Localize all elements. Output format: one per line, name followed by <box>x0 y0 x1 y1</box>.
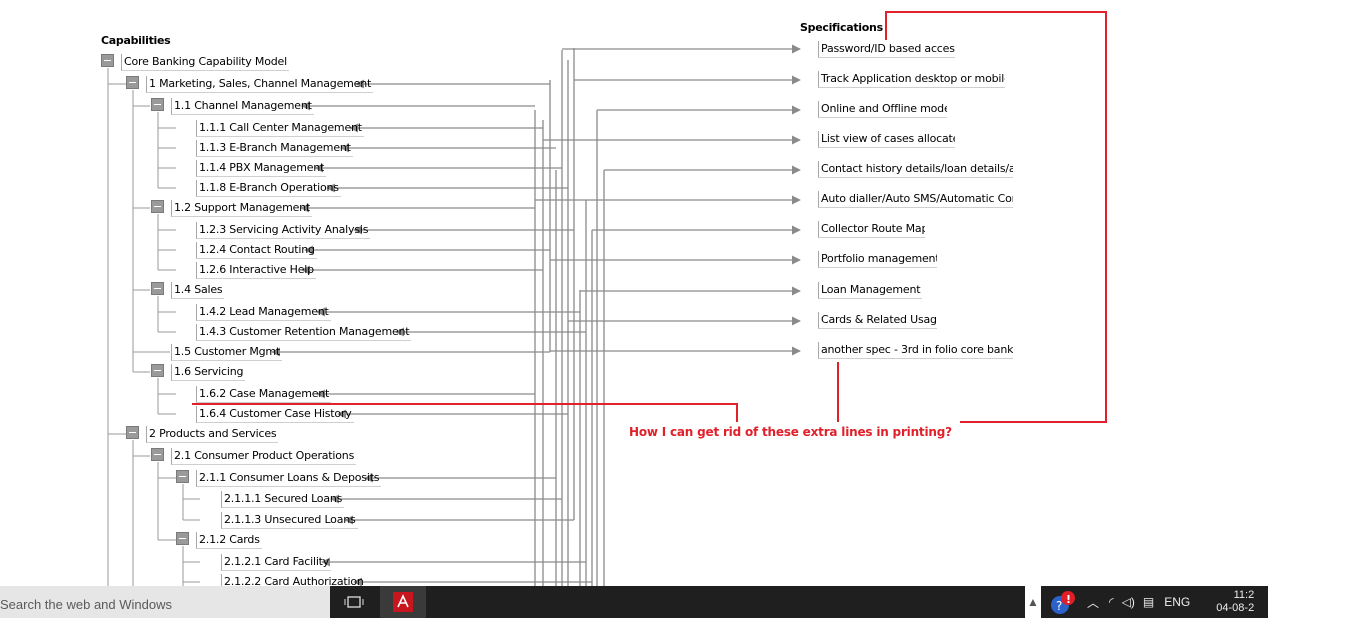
annotation-text: How I can get rid of these extra lines i… <box>629 425 952 439</box>
tree-node-n123[interactable]: 1.2.3 Servicing Activity Analysis <box>196 222 371 239</box>
collapse-toggle-icon[interactable] <box>151 98 164 111</box>
tree-node-n126[interactable]: 1.2.6 Interactive Help <box>196 262 316 279</box>
collapse-toggle-icon[interactable] <box>176 470 189 483</box>
language-indicator[interactable]: ENG <box>1164 595 1190 609</box>
tree-node-n143[interactable]: 1.4.3 Customer Retention Management <box>196 324 412 341</box>
tree-node-root[interactable]: Core Banking Capability Model <box>121 54 289 71</box>
tree-node-n2121[interactable]: 2.1.2.1 Card Facility <box>221 554 332 571</box>
collapse-toggle-icon[interactable] <box>101 54 114 67</box>
spec-node[interactable]: Contact history details/loan details/acc <box>818 161 1013 178</box>
search-placeholder: Search the web and Windows <box>0 597 172 612</box>
tree-node-n118[interactable]: 1.1.8 E-Branch Operations <box>196 180 341 197</box>
tray-chevron-icon[interactable]: ︿ <box>1087 594 1099 611</box>
spec-node[interactable]: Password/ID based access <box>818 41 955 58</box>
task-view-icon[interactable] <box>331 586 377 618</box>
taskbar: Search the web and Windows ▲ ?! ︿ ◜ ◁) ▤… <box>0 586 1268 618</box>
collapse-toggle-icon[interactable] <box>176 532 189 545</box>
tree-node-n111[interactable]: 1.1.1 Call Center Management <box>196 120 364 137</box>
tree-node-n211[interactable]: 2.1.1 Consumer Loans & Deposits <box>196 470 382 487</box>
tree-node-n212[interactable]: 2.1.2 Cards <box>196 532 262 549</box>
spec-node[interactable]: Loan Management <box>818 282 923 299</box>
tree-node-n114[interactable]: 1.1.4 PBX Management <box>196 160 327 177</box>
collapse-toggle-icon[interactable] <box>126 76 139 89</box>
spec-node[interactable]: Portfolio management <box>818 251 937 268</box>
clock-time: 11:2 <box>1233 589 1255 601</box>
tree-node-n2111[interactable]: 2.1.1.1 Secured Loans <box>221 491 345 508</box>
tree-node-n162[interactable]: 1.6.2 Case Management <box>196 386 332 403</box>
spec-node[interactable]: Track Application desktop or mobile <box>818 71 1005 88</box>
tree-node-n124[interactable]: 1.2.4 Contact Routing <box>196 242 317 259</box>
tree-node-n2[interactable]: 2 Products and Services <box>146 426 279 443</box>
acrobat-icon[interactable] <box>380 586 426 618</box>
tree-node-n1[interactable]: 1 Marketing, Sales, Channel Management <box>146 76 374 93</box>
collapse-toggle-icon[interactable] <box>151 448 164 461</box>
tree-node-n16[interactable]: 1.6 Servicing <box>171 364 246 381</box>
spec-node[interactable]: Online and Offline mode <box>818 101 947 118</box>
collapse-toggle-icon[interactable] <box>151 364 164 377</box>
clock-date: 04-08-2 <box>1216 602 1255 614</box>
tree-node-n164[interactable]: 1.6.4 Customer Case History <box>196 406 354 423</box>
help-alert-icon[interactable]: ?! <box>1049 590 1075 614</box>
clock[interactable]: 11:2 04-08-2 <box>1216 589 1254 615</box>
wifi-icon[interactable]: ◜ <box>1109 595 1114 609</box>
tree-node-n142[interactable]: 1.4.2 Lead Management <box>196 304 331 321</box>
svg-text:!: ! <box>1066 593 1071 606</box>
tree-node-n113[interactable]: 1.1.3 E-Branch Management <box>196 140 353 157</box>
specifications-heading: Specifications <box>800 21 883 34</box>
tree-node-n2113[interactable]: 2.1.1.3 Unsecured Loans <box>221 512 358 529</box>
volume-icon[interactable]: ◁) <box>1122 595 1135 609</box>
tree-node-n15[interactable]: 1.5 Customer Mgmt <box>171 344 283 361</box>
notification-icon[interactable]: ▤ <box>1143 595 1154 609</box>
tree-node-n14[interactable]: 1.4 Sales <box>171 282 225 299</box>
spec-node[interactable]: another spec - 3rd in folio core bankdi <box>818 342 1013 359</box>
spec-node[interactable]: Collector Route Map <box>818 221 925 238</box>
tree-node-n12[interactable]: 1.2 Support Management <box>171 200 313 217</box>
tree-node-n11[interactable]: 1.1 Channel Management <box>171 98 314 115</box>
collapse-toggle-icon[interactable] <box>151 282 164 295</box>
spec-node[interactable]: Auto dialler/Auto SMS/Automatic Con <box>818 191 1013 208</box>
tree-node-n21[interactable]: 2.1 Consumer Product Operations <box>171 448 357 465</box>
chevron-up-icon[interactable]: ▲ <box>1025 586 1041 618</box>
collapse-toggle-icon[interactable] <box>126 426 139 439</box>
spec-node[interactable]: Cards & Related Usage <box>818 312 937 329</box>
taskbar-search[interactable]: Search the web and Windows <box>0 586 330 618</box>
svg-text:?: ? <box>1056 599 1062 613</box>
collapse-toggle-icon[interactable] <box>151 200 164 213</box>
spec-node[interactable]: List view of cases allocated <box>818 131 955 148</box>
capabilities-heading: Capabilities <box>101 34 171 47</box>
